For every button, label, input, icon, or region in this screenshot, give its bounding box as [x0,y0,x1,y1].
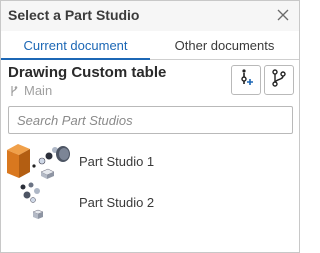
search-input[interactable] [8,106,293,134]
select-part-studio-dialog: Select a Part Studio Current document Ot… [0,0,300,253]
part-studio-item[interactable]: Part Studio 2 [1,180,299,224]
tab-other-documents[interactable]: Other documents [150,31,299,59]
part-studio-name: Part Studio 1 [79,154,155,169]
part-studio-thumbnail-icon [3,180,75,224]
tab-bar: Current document Other documents [1,31,299,60]
document-name: Drawing Custom table [8,64,167,81]
branch-indicator: Main [9,82,52,98]
close-icon[interactable] [273,5,293,25]
add-version-icon [236,68,256,93]
part-studio-thumbnail-icon [3,140,75,184]
branch-icon [9,84,19,96]
branch-graph-icon [269,68,289,93]
tab-current-document[interactable]: Current document [1,31,150,60]
create-branch-button[interactable] [264,65,294,95]
dialog-header: Select a Part Studio [1,1,299,31]
dialog-title: Select a Part Studio [8,7,140,23]
branch-label: Main [24,82,53,98]
part-studio-item[interactable]: Part Studio 1 [1,140,299,184]
part-studio-name: Part Studio 2 [79,195,155,210]
create-version-button[interactable] [231,65,261,95]
